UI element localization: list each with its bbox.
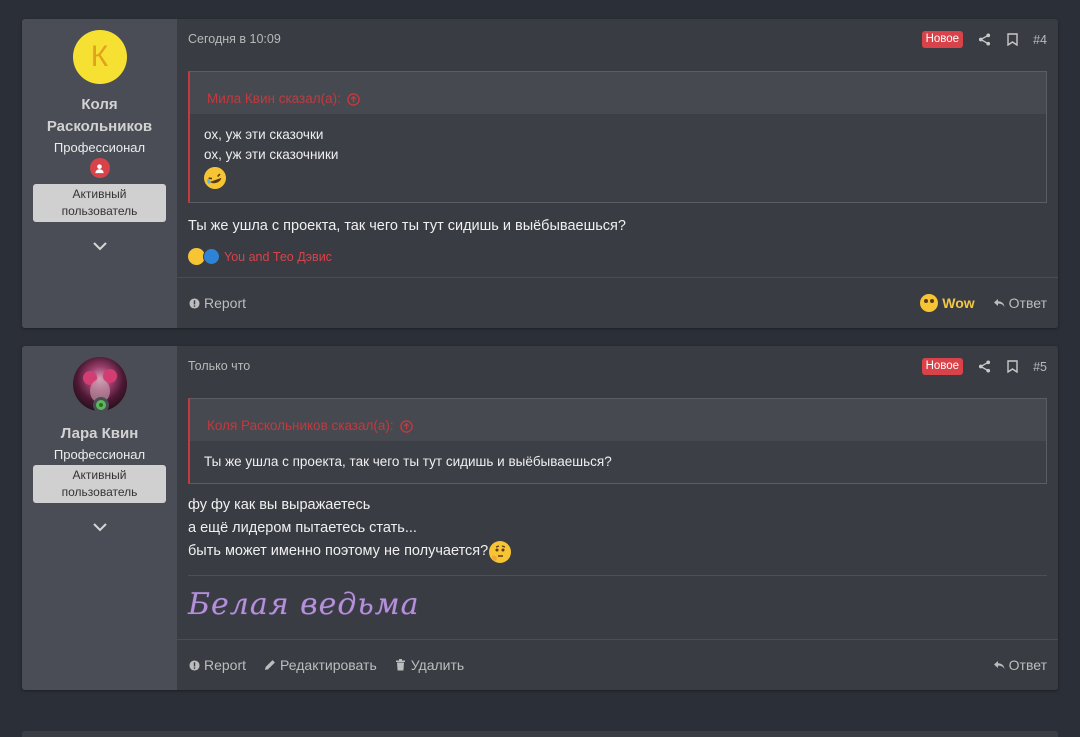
new-badge: Новое	[921, 358, 964, 375]
message-line: фу фу как вы выражаетесь	[188, 497, 371, 513]
arrow-up-circle-icon	[347, 92, 360, 106]
post-timestamp[interactable]: Только что	[188, 359, 250, 373]
quote-line: ох, уж эти сказочки	[204, 127, 324, 142]
wow-reaction-button[interactable]: Wow	[920, 294, 975, 312]
username[interactable]: Коля Раскольников	[40, 94, 160, 138]
arrow-up-circle-icon	[399, 419, 413, 433]
chevron-down-icon[interactable]	[92, 519, 108, 535]
rofl-emoji-icon	[200, 163, 230, 193]
post-content: Только что Новое #5 Коля Раскольников ск…	[177, 346, 1058, 690]
post-meta-actions: Новое #5	[921, 358, 1047, 375]
post-footer: Report Редактировать Удалить Ответ	[177, 639, 1058, 690]
reply-button[interactable]: Ответ	[993, 657, 1047, 673]
post-footer: Report Wow Ответ	[177, 277, 1058, 328]
post-author-panel: Лара Квин Профессионал Активный пользова…	[22, 346, 177, 690]
user-banner: Активный пользователь	[33, 465, 166, 503]
user-title: Профессионал	[53, 140, 146, 155]
quote-author-text: Коля Раскольников сказал(а):	[207, 418, 394, 433]
reply-arrow-icon	[993, 659, 1005, 671]
reactions-users[interactable]: You and Тео Дэвис	[224, 250, 332, 264]
quote-author[interactable]: Коля Раскольников сказал(а):	[190, 399, 1046, 441]
report-button[interactable]: Report	[188, 295, 246, 311]
message-line: а ещё лидером пытаетесь стать...	[188, 520, 417, 536]
post-number-link[interactable]: #4	[1033, 33, 1047, 47]
like-reaction-icon	[203, 248, 220, 265]
user-role-icon	[89, 158, 110, 178]
next-post-edge	[22, 731, 1058, 737]
chevron-down-icon[interactable]	[92, 238, 108, 254]
quote-author-text: Мила Квин сказал(а):	[207, 91, 341, 106]
share-icon[interactable]	[977, 360, 991, 374]
trash-icon	[395, 659, 407, 671]
avatar-letter: К	[90, 40, 109, 73]
exclamation-circle-icon	[188, 659, 200, 671]
pencil-icon	[264, 659, 276, 671]
post-meta-actions: Новое #4	[921, 31, 1047, 48]
report-label: Report	[204, 657, 247, 673]
quote-block: Коля Раскольников сказал(а): Ты же ушла …	[188, 398, 1047, 484]
post-number-link[interactable]: #5	[1033, 360, 1047, 374]
bookmark-icon[interactable]	[1005, 33, 1019, 47]
reply-button[interactable]: Ответ	[993, 295, 1047, 311]
reply-label: Ответ	[1008, 295, 1047, 311]
report-label: Report	[204, 295, 247, 311]
online-status-icon	[92, 397, 109, 413]
username[interactable]: Лара Квин	[61, 423, 139, 445]
exclamation-circle-icon	[188, 297, 200, 309]
post-4: К Коля Раскольников Профессионал Активны…	[22, 19, 1058, 328]
quote-author[interactable]: Мила Квин сказал(а):	[190, 72, 1046, 114]
new-badge: Новое	[921, 31, 964, 48]
edit-label: Редактировать	[280, 657, 377, 673]
signature-divider	[188, 575, 1047, 576]
reply-arrow-icon	[993, 297, 1005, 309]
delete-label: Удалить	[410, 657, 465, 673]
thinking-emoji-icon	[489, 540, 512, 563]
user-title: Профессионал	[53, 447, 146, 462]
quote-body: ох, уж эти сказочки ох, уж эти сказочник…	[190, 114, 1046, 202]
bookmark-icon[interactable]	[1005, 360, 1019, 374]
user-banner: Активный пользователь	[33, 184, 166, 222]
post-author-panel: К Коля Раскольников Профессионал Активны…	[22, 19, 177, 328]
quote-block: Мила Квин сказал(а): ох, уж эти сказочки…	[188, 71, 1047, 203]
quote-line: ох, уж эти сказочники	[204, 147, 339, 162]
edit-button[interactable]: Редактировать	[264, 657, 377, 673]
post-message: Ты же ушла с проекта, так чего ты тут си…	[188, 215, 626, 238]
message-line: Ты же ушла с проекта, так чего ты тут си…	[188, 218, 626, 234]
reactions-bar[interactable]: You and Тео Дэвис	[188, 248, 332, 265]
post-content: Сегодня в 10:09 Новое #4 Мила Квин сказа…	[177, 19, 1058, 328]
report-button[interactable]: Report	[188, 657, 246, 673]
wow-label: Wow	[942, 295, 975, 311]
post-timestamp[interactable]: Сегодня в 10:09	[188, 32, 281, 46]
reply-label: Ответ	[1008, 657, 1047, 673]
wow-emoji-icon	[920, 294, 939, 312]
quote-body: Ты же ушла с проекта, так чего ты тут си…	[190, 441, 1046, 483]
quote-line: Ты же ушла с проекта, так чего ты тут си…	[204, 454, 612, 469]
share-icon[interactable]	[977, 33, 991, 47]
signature: Белая ведьма	[188, 587, 420, 622]
avatar[interactable]: К	[72, 30, 127, 84]
delete-button[interactable]: Удалить	[395, 657, 464, 673]
post-5: Лара Квин Профессионал Активный пользова…	[22, 346, 1058, 690]
post-message: фу фу как вы выражаетесь а ещё лидером п…	[188, 494, 512, 563]
message-line: быть может именно поэтому не получается?	[188, 543, 489, 559]
